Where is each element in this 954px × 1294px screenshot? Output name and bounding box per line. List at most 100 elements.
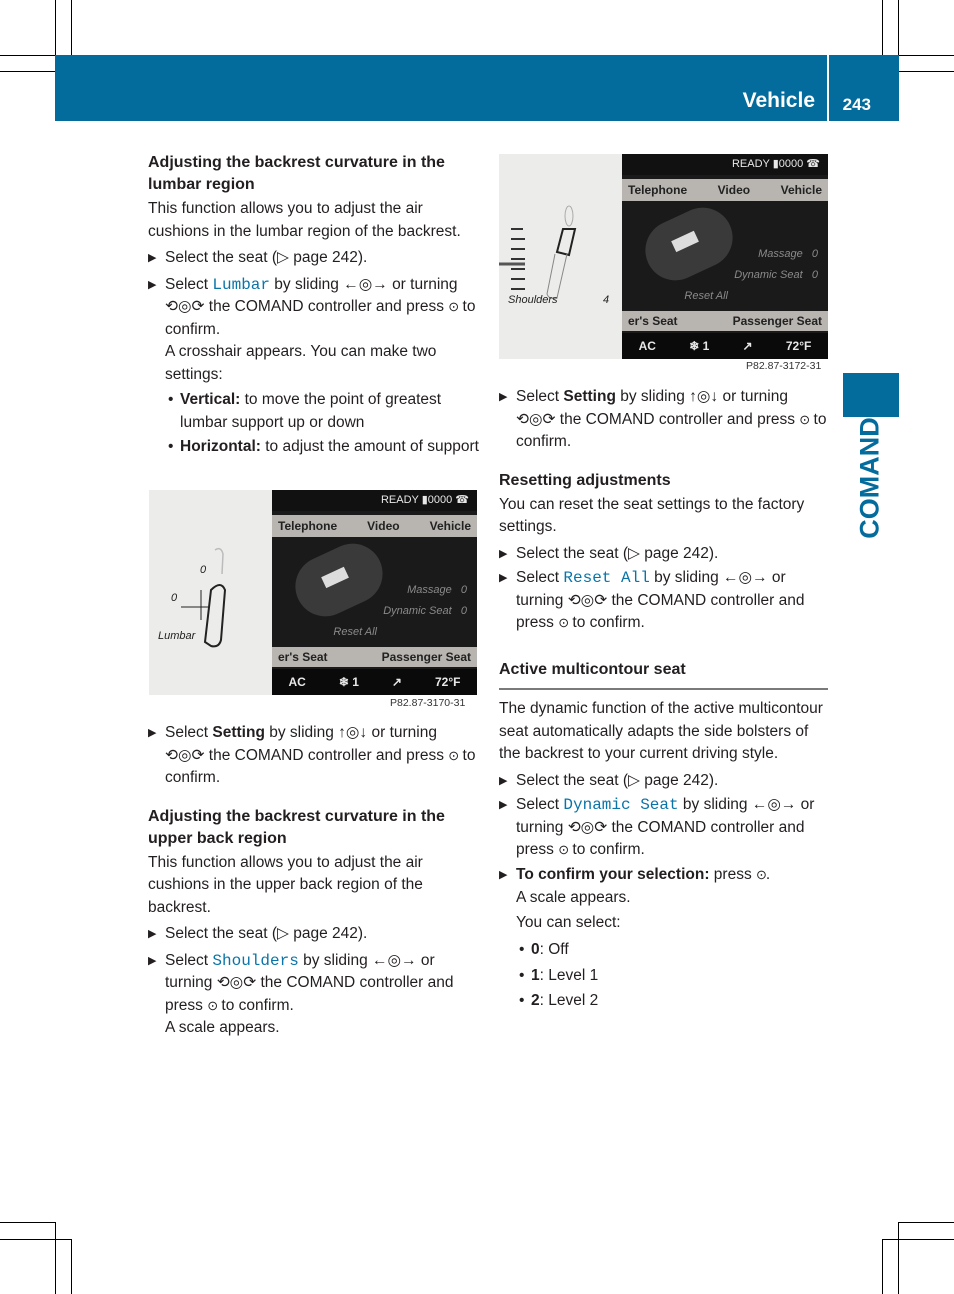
menu-keyword: Setting <box>212 724 265 741</box>
comand-display: READY ▮0000 ☎ Telephone Video Vehicle Ma… <box>272 490 477 695</box>
step-note: You can select: <box>516 913 621 931</box>
step-marker-icon: ▶ <box>499 547 508 560</box>
instruction-step: ▶ To confirm your selection: press ⊙. A … <box>499 864 831 935</box>
step-marker-icon: ▶ <box>499 799 508 811</box>
menu-keyword: Setting <box>563 388 616 405</box>
instruction-step: ▶ Select Reset All by sliding ←◎→ or tur… <box>499 567 831 635</box>
section-heading: Adjusting the backrest curvature in the … <box>148 154 445 193</box>
step-text: Select <box>516 796 564 813</box>
instruction-step: ▶ Select the seat (▷ page 242). <box>148 923 480 946</box>
setting-caption: Lumbar <box>158 630 196 642</box>
step-note: A scale appears. <box>516 889 631 906</box>
status-bar: READY ▮0000 ☎ <box>272 490 477 511</box>
status-bar: READY ▮0000 ☎ <box>622 154 828 175</box>
step-text: Select <box>516 388 564 405</box>
seat-tab: er's Seat <box>278 650 328 664</box>
crop-mark <box>55 1222 56 1294</box>
step-text: Select <box>165 951 213 969</box>
screen-figure-lumbar: 0 0 Lumbar READY ▮0000 ☎ Telephone Video… <box>149 490 477 695</box>
option-label: Reset All <box>333 626 377 638</box>
screen-figure-shoulders: Shoulders 4 READY ▮0000 ☎ Telephone Vide… <box>499 154 828 359</box>
step-text: to confirm. <box>568 614 645 631</box>
option-label: Massage <box>758 248 803 260</box>
airflow-icon: ↗ <box>742 339 753 353</box>
level-value: 1 <box>531 966 540 984</box>
menu-keyword: Shoulders <box>212 951 299 970</box>
main-menu: Telephone Video Vehicle <box>622 179 828 201</box>
lumbar-seat-icon <box>181 547 227 648</box>
climate-ac: AC <box>288 675 306 689</box>
crop-mark <box>0 55 55 56</box>
crop-mark <box>899 71 954 72</box>
menu-keyword: Lumbar <box>212 275 270 294</box>
header-divider <box>827 55 829 121</box>
list-item: • Horizontal: to adjust the amount of su… <box>164 436 480 459</box>
chapter-tab-marker <box>843 373 899 417</box>
crop-mark <box>882 1239 883 1294</box>
bullet-icon: • <box>519 966 525 984</box>
step-text: to confirm. <box>217 996 294 1014</box>
option-value: 0 <box>811 248 818 260</box>
instruction-step: ▶ Select Lumbar by sliding ←◎→ or turnin… <box>148 274 480 387</box>
press-controller-icon: ⊙ <box>756 866 767 882</box>
list-item: • 2: Level 2 <box>515 990 831 1013</box>
press-controller-icon: ⊙ <box>448 747 459 763</box>
climate-temp: 72°F <box>434 675 461 689</box>
level-label: : Level 2 <box>539 992 599 1009</box>
climate-fan: ❄ 1 <box>689 339 710 353</box>
right-column-lower: The dynamic function of the active multi… <box>499 698 831 1013</box>
step-text: Select the seat (▷ page 242). <box>516 771 719 789</box>
bullet-icon: • <box>168 438 174 455</box>
seat-graphic-panel: Shoulders 4 <box>499 154 622 359</box>
paragraph: You can reset the seat settings to the f… <box>499 495 805 536</box>
crop-mark <box>882 0 883 55</box>
list-item: • 0: Off <box>515 939 831 962</box>
option-value: 0 <box>460 584 467 596</box>
menu-video: Video <box>367 519 400 533</box>
seat-options: Massage 0 Dynamic Seat 0 Reset All <box>333 580 467 643</box>
step-text: Select <box>165 275 213 293</box>
figure-code: P82.87-3172-31 <box>746 360 822 372</box>
menu-telephone: Telephone <box>628 183 688 197</box>
press-controller-icon: ⊙ <box>558 615 569 630</box>
climate-fan: ❄ 1 <box>338 675 359 689</box>
option-value: 0 <box>460 605 467 617</box>
page-header: Vehicle 243 <box>55 55 899 121</box>
step-label: To confirm your selection: <box>516 865 710 883</box>
level-value: 2 <box>531 992 540 1009</box>
left-column: Adjusting the backrest curvature in the … <box>148 152 480 459</box>
crop-mark <box>899 1222 954 1223</box>
step-text: to confirm. <box>568 841 645 858</box>
step-text: Select the seat (▷ page 242). <box>165 925 368 942</box>
step-text: press <box>709 865 757 883</box>
step-marker-icon: ▶ <box>148 928 157 940</box>
option-label: Massage <box>407 584 452 596</box>
chapter-tab-label: COMAND <box>854 416 885 539</box>
step-marker-icon: ▶ <box>148 278 157 291</box>
bullet-label: Vertical: <box>180 391 241 408</box>
instruction-step: ▶ Select Dynamic Seat by sliding ←◎→ or … <box>499 794 831 862</box>
option-label: Dynamic Seat <box>734 269 803 281</box>
setting-value: 4 <box>603 294 610 306</box>
climate-bar: AC ❄ 1 ↗ 72°F <box>622 333 828 359</box>
bullet-text: to adjust the amount of support <box>260 438 479 455</box>
menu-keyword: Reset All <box>563 569 650 587</box>
paragraph: This function allows you to adjust the a… <box>148 200 461 240</box>
section-heading: Adjusting the backrest curvature in the … <box>148 807 445 847</box>
shoulder-seat-icon <box>499 205 577 299</box>
crop-mark <box>0 1239 72 1240</box>
crop-mark <box>71 1239 72 1294</box>
bullet-icon: • <box>519 941 525 958</box>
step-marker-icon: ▶ <box>148 252 157 264</box>
step-marker-icon: ▶ <box>499 774 508 787</box>
crop-mark <box>899 55 954 56</box>
vertical-value: 0 <box>200 564 207 576</box>
page-number: 243 <box>842 95 871 114</box>
climate-temp: 72°F <box>785 339 812 353</box>
step-marker-icon: ▶ <box>148 954 157 967</box>
step-text: Select the seat (▷ page 242). <box>165 249 368 266</box>
instruction-step: ▶ Select Setting by sliding ↑◎↓ or turni… <box>148 722 480 790</box>
chapter-tab: COMAND <box>830 417 910 539</box>
left-column-lower: ▶ Select Setting by sliding ↑◎↓ or turni… <box>148 722 480 1040</box>
crop-mark <box>898 1222 899 1294</box>
